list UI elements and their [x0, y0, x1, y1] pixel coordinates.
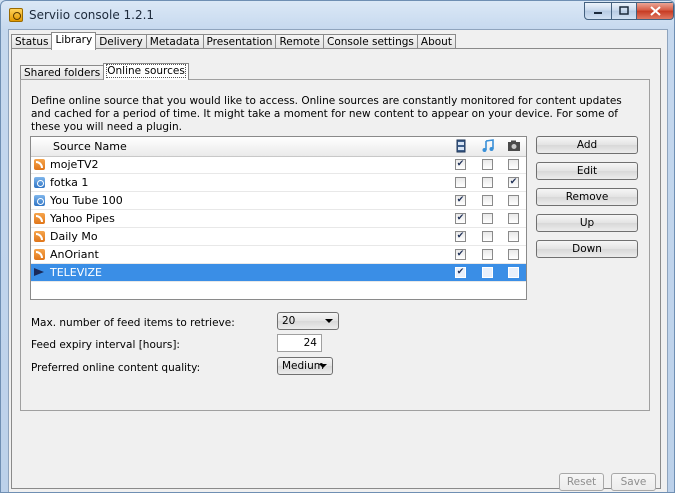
audio-checkbox[interactable] — [482, 177, 493, 188]
table-row[interactable]: TELEVIZE ✔ — [31, 264, 526, 282]
down-button[interactable]: Down — [536, 240, 638, 258]
audio-checkbox[interactable] — [482, 195, 493, 206]
video-checkbox[interactable]: ✔ — [455, 267, 466, 278]
close-button[interactable] — [636, 2, 674, 20]
title-bar[interactable]: Serviio console 1.2.1 — [1, 1, 674, 29]
expiry-label: Feed expiry interval [hours]: — [31, 339, 180, 351]
subtab-shared-folders[interactable]: Shared folders — [20, 65, 105, 80]
subtab-online-sources[interactable]: Online sources — [103, 63, 189, 80]
table-row[interactable]: Yahoo Pipes ✔ — [31, 210, 526, 228]
video-checkbox[interactable]: ✔ — [455, 195, 466, 206]
main-tabs: Status Library Delivery Metadata Presentatio… — [11, 32, 456, 50]
quality-label: Preferred online content quality: — [31, 362, 201, 374]
rss-icon — [34, 159, 45, 170]
video-checkbox[interactable]: ✔ — [455, 249, 466, 260]
rss-icon — [34, 231, 45, 242]
source-name: TELEVIZE — [50, 266, 103, 279]
table-row[interactable]: mojeTV2 ✔ — [31, 156, 526, 174]
rss-icon — [34, 213, 45, 224]
chevron-down-icon — [325, 319, 333, 323]
web-icon — [34, 177, 45, 188]
video-checkbox[interactable]: ✔ — [455, 159, 466, 170]
image-checkbox[interactable] — [508, 267, 519, 278]
expiry-input[interactable]: 24 — [277, 334, 322, 352]
source-name: You Tube 100 — [50, 194, 123, 207]
maximize-button[interactable] — [611, 2, 637, 20]
rss-icon — [34, 249, 45, 260]
close-icon — [649, 6, 661, 16]
source-name: fotka 1 — [50, 176, 89, 189]
source-name: Daily Mo — [50, 230, 98, 243]
library-subtabs: Shared folders Online sources — [20, 63, 189, 80]
max-items-value: 20 — [282, 315, 296, 327]
subtab-label: Online sources — [106, 64, 186, 78]
reset-button[interactable]: Reset — [559, 473, 604, 491]
up-button[interactable]: Up — [536, 214, 638, 232]
window-title: Serviio console 1.2.1 — [29, 8, 155, 22]
table-row[interactable]: AnOriant ✔ — [31, 246, 526, 264]
video-checkbox[interactable]: ✔ — [455, 231, 466, 242]
video-icon — [456, 139, 466, 153]
source-name-header[interactable]: Source Name — [53, 140, 127, 153]
library-panel: Shared folders Online sources Define onli… — [11, 48, 661, 491]
subtab-label: Shared folders — [24, 67, 101, 79]
quality-select[interactable]: Medium — [277, 357, 333, 375]
web-icon — [34, 195, 45, 206]
sources-table: Source Name mojeTV2 ✔ fotka 1 ✔ You Tube… — [30, 136, 527, 300]
audio-checkbox[interactable] — [482, 267, 493, 278]
table-row[interactable]: fotka 1 ✔ — [31, 174, 526, 192]
save-button[interactable]: Save — [611, 473, 656, 491]
online-sources-panel: Define online source that you would like… — [20, 79, 650, 411]
max-items-label: Max. number of feed items to retrieve: — [31, 317, 235, 329]
chevron-down-icon — [319, 364, 327, 368]
audio-checkbox[interactable] — [482, 159, 493, 170]
edit-button[interactable]: Edit — [536, 162, 638, 180]
image-checkbox[interactable] — [508, 159, 519, 170]
video-checkbox[interactable] — [455, 177, 466, 188]
tab-library[interactable]: Library — [51, 32, 97, 50]
image-checkbox[interactable] — [508, 213, 519, 224]
quality-value: Medium — [282, 360, 324, 372]
audio-checkbox[interactable] — [482, 213, 493, 224]
table-header: Source Name — [31, 137, 526, 157]
image-checkbox[interactable]: ✔ — [508, 177, 519, 188]
video-checkbox[interactable]: ✔ — [455, 213, 466, 224]
add-button[interactable]: Add — [536, 136, 638, 154]
table-row[interactable]: You Tube 100 ✔ — [31, 192, 526, 210]
source-name: mojeTV2 — [50, 158, 99, 171]
flag-icon — [34, 267, 45, 278]
image-checkbox[interactable] — [508, 195, 519, 206]
max-items-select[interactable]: 20 — [277, 312, 339, 330]
description-text: Define online source that you would like… — [31, 95, 622, 133]
minimize-icon — [594, 12, 602, 14]
minimize-button[interactable] — [584, 2, 612, 20]
music-icon — [482, 139, 494, 152]
app-window: Serviio console 1.2.1 Status Library Deliv… — [0, 0, 675, 493]
audio-checkbox[interactable] — [482, 231, 493, 242]
table-row[interactable]: Daily Mo ✔ — [31, 228, 526, 246]
source-name: AnOriant — [50, 248, 99, 261]
image-checkbox[interactable] — [508, 231, 519, 242]
serviio-app-icon — [9, 8, 23, 22]
image-checkbox[interactable] — [508, 249, 519, 260]
maximize-icon — [619, 6, 629, 15]
image-icon — [508, 140, 520, 151]
client-area: Status Library Delivery Metadata Presentatio… — [8, 29, 668, 492]
audio-checkbox[interactable] — [482, 249, 493, 260]
remove-button[interactable]: Remove — [536, 188, 638, 206]
source-name: Yahoo Pipes — [50, 212, 115, 225]
